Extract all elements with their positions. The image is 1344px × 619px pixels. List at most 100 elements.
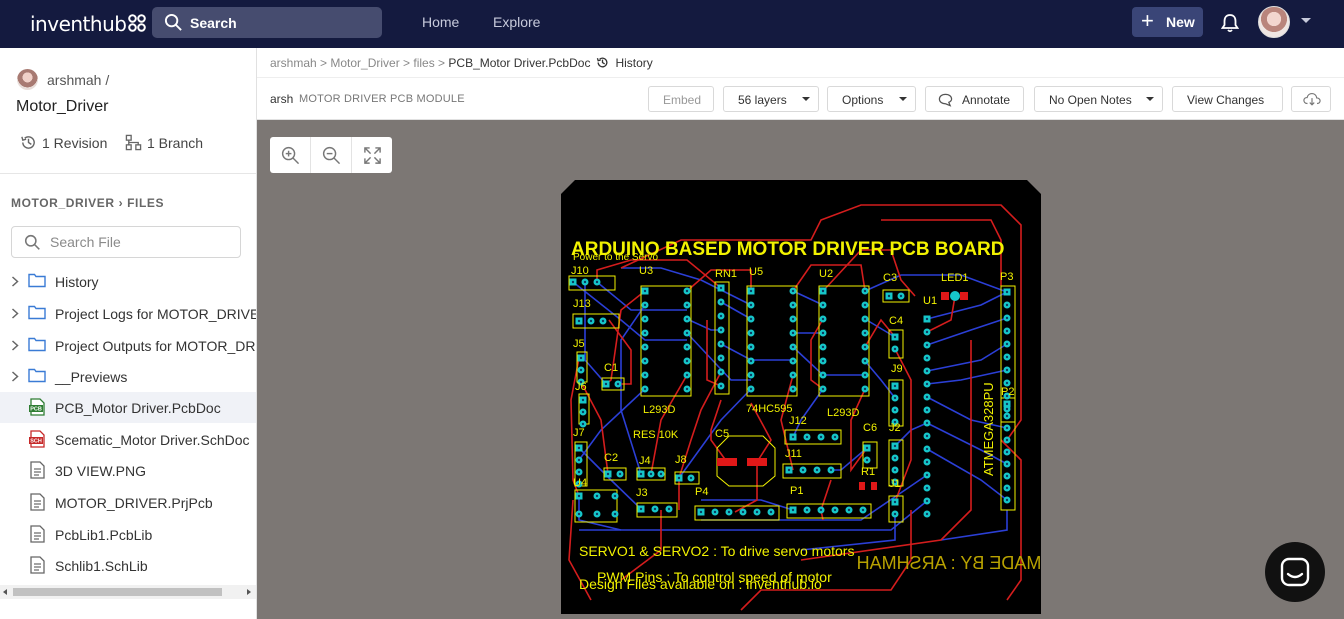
led-pad [950,291,960,301]
annotate-button[interactable]: Annotate [925,86,1024,112]
notes-dropdown[interactable]: No Open Notes [1034,86,1163,112]
drill-hole [639,472,643,476]
repo-owner[interactable]: arshmah / [47,72,109,88]
owner-avatar[interactable] [17,69,38,90]
drill-hole [577,494,581,498]
file-tree-item[interactable]: SCH Scematic_Motor Driver.SchDoc [0,424,256,455]
drill-hole [801,468,805,472]
breadcrumb-path[interactable]: arshmah > Motor_Driver > files > [270,56,448,70]
pcb-viewer[interactable]: J10 U3 RN1 U5 U2 C3 LED1 P3 J13 U1 J5 C4 C1 J9 J6 L293D… [257,120,1344,619]
file-tree-item[interactable]: Schlib1.SchLib [0,550,256,581]
fit-screen-button[interactable] [352,137,392,173]
repo-sidebar: arshmah / Motor_Driver 1 Revision 1 Bran… [0,48,257,619]
file-tree-label: __Previews [55,369,128,385]
history-icon [21,136,35,149]
nav-explore[interactable]: Explore [493,14,540,30]
zoom-in-button[interactable] [270,137,310,173]
history-link[interactable]: History [615,56,652,70]
value-label: C5 [715,428,729,440]
drill-hole [833,508,837,512]
smd-pad [859,482,865,490]
file-search-input[interactable] [50,233,230,251]
view-changes-button[interactable]: View Changes [1172,86,1283,112]
drill-hole [1005,426,1009,430]
drill-hole [713,510,717,514]
file-tree-label: 3D VIEW.PNG [55,463,147,479]
chevron-right-icon[interactable] [10,308,20,319]
file-tree-label: History [55,274,99,290]
scrollbar-thumb[interactable] [13,588,222,596]
zoom-out-button[interactable] [311,137,351,173]
drill-hole [893,347,897,351]
drill-hole [863,359,867,363]
scroll-right-icon[interactable] [247,589,251,595]
file-tree-item[interactable]: PcbLib1.PcbLib [0,519,256,550]
document-icon [30,525,45,543]
drill-hole [579,356,583,360]
drill-hole [1005,462,1009,466]
ref-label: U2 [819,268,833,280]
user-avatar[interactable] [1258,6,1290,38]
document-owner[interactable]: arsh [270,92,293,106]
drill-hole [643,387,647,391]
drill-hole [821,373,825,377]
layers-label: 56 layers [738,93,787,107]
repo-name[interactable]: Motor_Driver [16,98,108,116]
file-tree-label: PCB_Motor Driver.PcbDoc [55,400,221,416]
drill-hole [863,317,867,321]
options-dropdown[interactable]: Options [827,86,916,112]
file-tree-item[interactable]: 3D VIEW.PNG [0,455,256,486]
files-breadcrumb[interactable]: MOTOR_DRIVER › FILES [11,196,164,210]
layers-dropdown[interactable]: 56 layers [723,86,819,112]
ref-label: P1 [790,485,803,497]
drill-hole [1005,414,1009,418]
file-search[interactable] [11,226,241,258]
sidebar-scrollbar[interactable] [0,585,256,599]
embed-button[interactable]: Embed [648,86,714,112]
file-tree-label: Project Logs for MOTOR_DRIVER [55,306,257,322]
global-search[interactable]: Search [152,7,382,38]
logo-text: inventhub [30,12,127,36]
value-label: 74HC595 [746,403,792,415]
nav-home[interactable]: Home [422,14,459,30]
smd-pad [747,458,767,466]
file-tree-item[interactable]: PCB PCB_Motor Driver.PcbDoc [0,392,256,423]
document-icon [30,493,45,511]
drill-hole [925,512,929,516]
zoom-toolbar [270,137,392,173]
ref-label: J2 [889,422,901,434]
file-tree-item[interactable]: __Previews [0,361,256,392]
drill-hole [571,280,575,284]
drill-hole [685,387,689,391]
scroll-left-icon[interactable] [3,589,7,595]
history-icon[interactable] [596,56,609,69]
chevron-right-icon[interactable] [10,340,20,351]
bell-icon[interactable] [1221,13,1239,33]
drill-hole [1005,290,1009,294]
drill-hole [685,373,689,377]
drill-hole [581,398,585,402]
drill-hole [1005,407,1009,411]
file-tree-item[interactable]: History [0,266,256,297]
drill-hole [925,421,929,425]
drill-hole [1005,498,1009,502]
drill-hole [643,317,647,321]
logo[interactable]: inventhub [30,12,147,36]
ref-label: J13 [573,298,591,310]
schematic-file-icon: SCH [29,430,45,448]
file-tree-item[interactable]: MOTOR_DRIVER.PrjPcb [0,487,256,518]
drill-hole [685,359,689,363]
download-button[interactable] [1291,86,1331,112]
file-tree-item[interactable]: Project Outputs for MOTOR_DRIVER [0,330,256,361]
drill-hole [925,447,929,451]
drill-hole [719,342,723,346]
logo-mark-icon [128,14,147,32]
chevron-right-icon[interactable] [10,276,20,287]
chat-launcher-button[interactable] [1265,542,1325,602]
chevron-right-icon[interactable] [10,371,20,382]
chevron-down-icon[interactable] [1301,18,1311,23]
new-button-label: New [1166,14,1195,30]
new-button[interactable]: + New [1132,7,1203,37]
file-tree-item[interactable]: Project Logs for MOTOR_DRIVER [0,298,257,329]
pcb-board[interactable]: J10 U3 RN1 U5 U2 C3 LED1 P3 J13 U1 J5 C4 C1 J9 J6 L293D… [561,180,1041,614]
